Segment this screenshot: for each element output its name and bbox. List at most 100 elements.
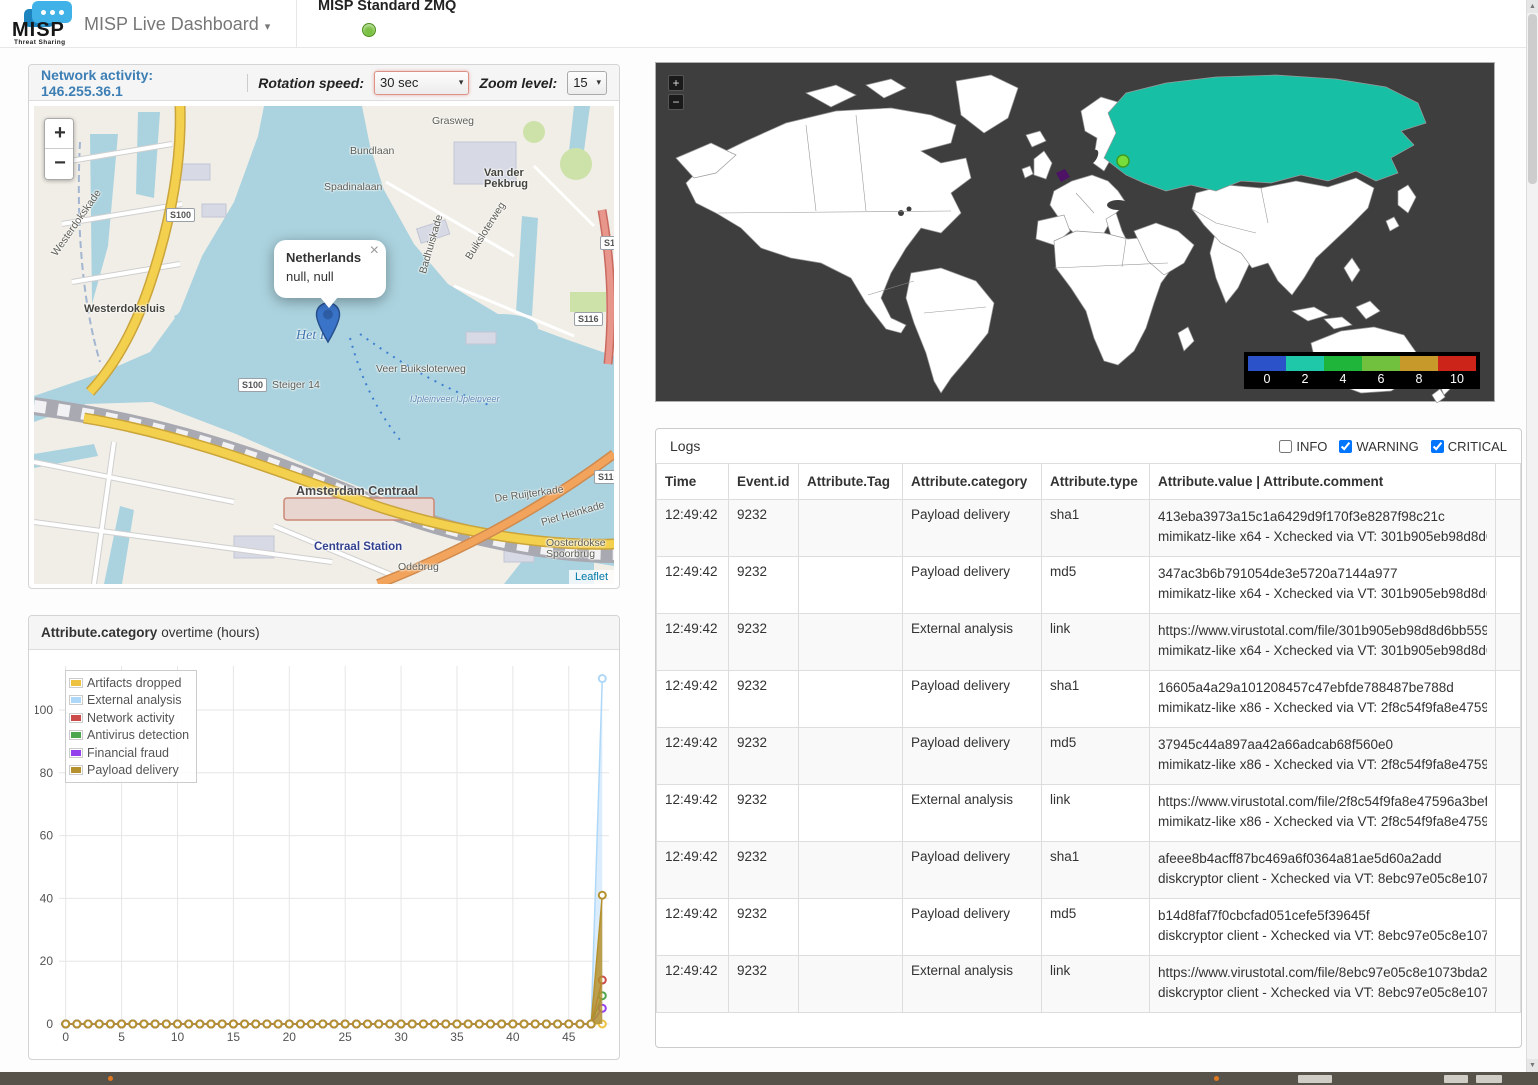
svg-text:40: 40: [506, 1030, 520, 1044]
column-header: Time: [657, 464, 729, 500]
map-label: Van der Pekbrug: [484, 168, 528, 190]
rotation-speed-select[interactable]: 30 sec ▾: [374, 71, 469, 95]
zoom-level-select[interactable]: 15 ▾: [567, 71, 607, 95]
world-zoom-control: + −: [668, 75, 684, 113]
log-type: link: [1042, 785, 1150, 842]
map-zoom-in-button[interactable]: +: [45, 119, 74, 149]
taskbar-item[interactable]: [1444, 1075, 1468, 1083]
log-tag: [799, 785, 903, 842]
map-label: Oosterdokse Spoorbrug: [546, 538, 606, 560]
filter-warning-checkbox[interactable]: [1339, 440, 1352, 453]
activity-dot: [1117, 155, 1129, 167]
logs-table-header-row: TimeEvent.idAttribute.TagAttribute.categ…: [657, 464, 1521, 500]
svg-text:0: 0: [62, 1030, 69, 1044]
log-tag: [799, 899, 903, 956]
log-level-filters: INFO WARNING CRITICAL: [1267, 439, 1507, 454]
leaflet-link[interactable]: Leaflet: [575, 571, 608, 583]
map-zoom-control: + −: [44, 118, 74, 180]
filter-warning-label: WARNING: [1356, 439, 1418, 454]
table-row: 12:49:429232Payload deliverysha116605a4a…: [657, 671, 1521, 728]
chevron-down-icon: ▾: [265, 21, 271, 33]
svg-text:35: 35: [450, 1030, 464, 1044]
zmq-feed-title: MISP Standard ZMQ: [318, 0, 456, 14]
log-comment: diskcryptor client - Xchecked via VT: 8e…: [1158, 926, 1487, 946]
map-label: Odebrug: [398, 562, 439, 573]
map-label: Spadinalaan: [324, 182, 382, 193]
log-tag: [799, 842, 903, 899]
world-zoom-in-button[interactable]: +: [668, 75, 684, 91]
log-value-comment: b14d8faf7f0cbcfad051cefe5f39645fdiskcryp…: [1150, 899, 1496, 956]
log-time: 12:49:42: [657, 728, 729, 785]
log-category: External analysis: [903, 614, 1042, 671]
svg-text:30: 30: [394, 1030, 408, 1044]
table-row: 12:49:429232Payload deliverysha1413eba39…: [657, 500, 1521, 557]
navbar-divider: [296, 0, 297, 48]
filter-info-label: INFO: [1296, 439, 1327, 454]
chart-legend: Artifacts droppedExternal analysisNetwor…: [65, 670, 197, 783]
log-event-id: 9232: [729, 614, 799, 671]
log-value-comment: afeee8b4acff87bc469a6f0364a81ae5d60a2add…: [1150, 842, 1496, 899]
map-popup: × Netherlands null, null: [274, 240, 386, 298]
network-activity-link[interactable]: Network activity: 146.255.36.1: [41, 67, 237, 99]
column-header: Attribute.Tag: [799, 464, 903, 500]
filter-critical-checkbox[interactable]: [1431, 440, 1444, 453]
scrollbar-down-icon[interactable]: ▼: [1527, 1059, 1538, 1072]
log-tag: [799, 956, 903, 1013]
log-value-comment: 37945c44a897aa42a66adcab68f560e0mimikatz…: [1150, 728, 1496, 785]
taskbar-item[interactable]: [1476, 1075, 1502, 1083]
table-row: 12:49:429232External analysislinkhttps:/…: [657, 785, 1521, 842]
zmq-status-dot: [362, 23, 376, 37]
chart-legend-entry: External analysis: [69, 692, 189, 710]
scrollbar[interactable]: ▲ ▼: [1526, 0, 1538, 1072]
log-comment: mimikatz-like x64 - Xchecked via VT: 301…: [1158, 527, 1487, 547]
select-arrow-icon: ▾: [596, 77, 601, 88]
log-type: md5: [1042, 557, 1150, 614]
log-value: afeee8b4acff87bc469a6f0364a81ae5d60a2add: [1158, 849, 1487, 869]
log-event-id: 9232: [729, 842, 799, 899]
log-type: link: [1042, 956, 1150, 1013]
svg-text:15: 15: [227, 1030, 241, 1044]
world-zoom-out-button[interactable]: −: [668, 94, 684, 110]
svg-text:10: 10: [171, 1030, 185, 1044]
scale-labels: 0246810: [1248, 371, 1476, 388]
log-time: 12:49:42: [657, 671, 729, 728]
map-zoom-out-button[interactable]: −: [45, 149, 74, 179]
svg-text:40: 40: [40, 891, 54, 905]
map-label: Westerdoksluis: [84, 304, 165, 315]
log-value: 16605a4a29a101208457c47ebfde788487be788d: [1158, 678, 1487, 698]
log-value-comment: 16605a4a29a101208457c47ebfde788487be788d…: [1150, 671, 1496, 728]
leaflet-map[interactable]: GraswegBundlaanSpadinalaanVan der Pekbru…: [34, 106, 614, 584]
svg-text:25: 25: [338, 1030, 352, 1044]
map-label: S100: [166, 208, 195, 222]
svg-text:60: 60: [40, 829, 54, 843]
chart-title-bold: Attribute.category: [41, 625, 157, 640]
table-row: 12:49:429232External analysislinkhttps:/…: [657, 956, 1521, 1013]
filter-info-checkbox[interactable]: [1279, 440, 1292, 453]
world-map[interactable]: + − 0246810: [655, 62, 1495, 402]
svg-text:5: 5: [118, 1030, 125, 1044]
scrollbar-thumb[interactable]: [1528, 14, 1537, 184]
zoom-level-label: Zoom level:: [479, 75, 557, 91]
log-time: 12:49:42: [657, 842, 729, 899]
taskbar-indicator: [108, 1076, 113, 1081]
zoom-level-value: 15: [573, 75, 587, 90]
column-header: Event.id: [729, 464, 799, 500]
log-empty-cell: [1496, 842, 1521, 899]
taskbar-indicator: [1214, 1076, 1219, 1081]
logs-title: Logs: [670, 438, 700, 454]
chart-body: 020406080100051015202530354045 Artifacts…: [35, 656, 615, 1056]
live-dashboard-menu[interactable]: MISP Live Dashboard▾: [84, 0, 270, 48]
taskbar-item[interactable]: [1298, 1075, 1332, 1083]
scrollbar-up-icon[interactable]: ▲: [1527, 0, 1538, 13]
column-header-empty: [1496, 464, 1521, 500]
svg-text:20: 20: [40, 954, 54, 968]
log-value-comment: https://www.virustotal.com/file/301b905e…: [1150, 614, 1496, 671]
log-empty-cell: [1496, 500, 1521, 557]
svg-text:80: 80: [40, 766, 54, 780]
popup-close-icon[interactable]: ×: [370, 242, 379, 260]
filter-critical-label: CRITICAL: [1448, 439, 1507, 454]
log-comment: diskcryptor client - Xchecked via VT: 8e…: [1158, 983, 1487, 1003]
log-value: 37945c44a897aa42a66adcab68f560e0: [1158, 735, 1487, 755]
popup-body: null, null: [286, 269, 374, 284]
misp-logo[interactable]: MISP Threat Sharing: [10, 1, 82, 47]
